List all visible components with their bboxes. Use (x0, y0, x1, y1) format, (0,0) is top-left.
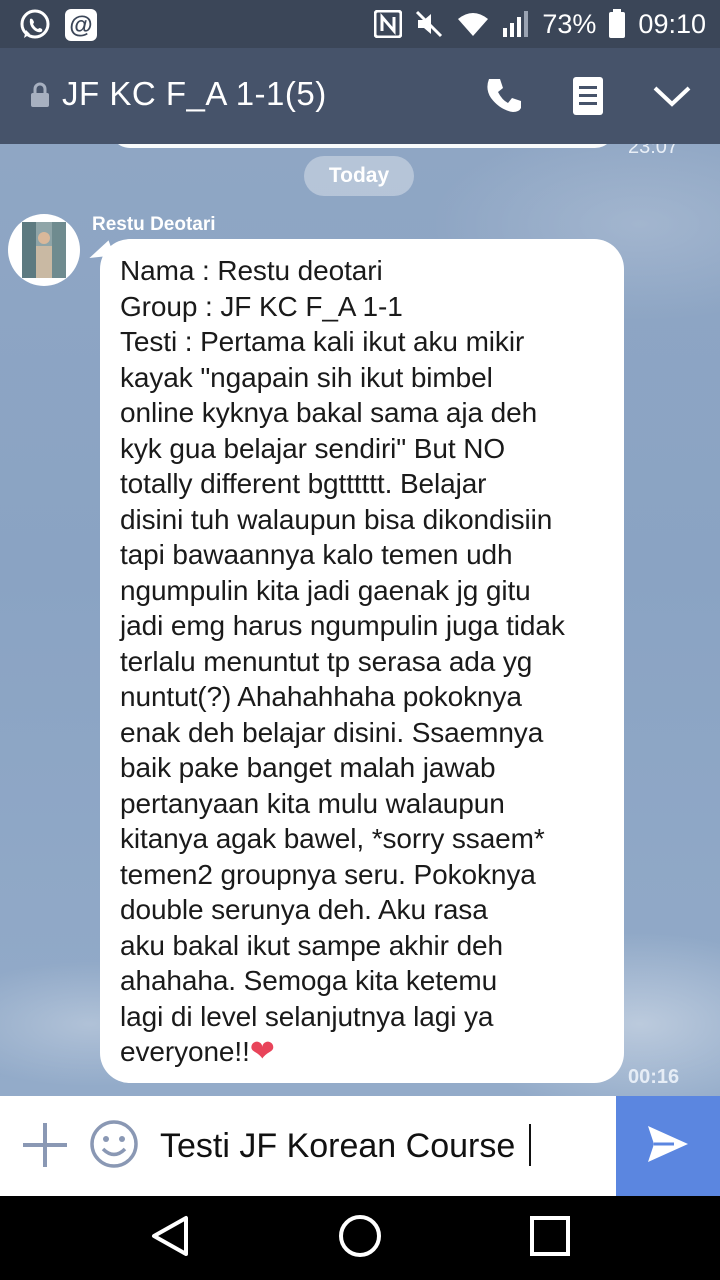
chat-header: JF KC F_A 1-1(5) (0, 48, 720, 144)
message-time: 00:16 (628, 1066, 680, 1088)
previous-message-bubble (110, 144, 615, 148)
message-input[interactable] (160, 1120, 600, 1172)
home-button[interactable] (336, 1214, 384, 1262)
heart-emoji: ❤ (249, 1035, 275, 1068)
clock: 09:10 (638, 8, 706, 39)
date-divider: Today (304, 156, 414, 196)
chevron-down-icon (652, 82, 692, 115)
message-bubble[interactable]: Nama : Restu deotari Group : JF KC F_A 1… (100, 239, 624, 1083)
nfc-icon (374, 10, 403, 38)
mute-icon (414, 9, 444, 39)
home-icon (337, 1213, 383, 1264)
message-text: Nama : Restu deotari Group : JF KC F_A 1… (120, 253, 610, 1070)
emoji-icon (89, 1119, 139, 1174)
avatar-photo (22, 222, 66, 278)
signal-icon (502, 10, 530, 38)
mention-icon: @ (64, 8, 98, 42)
recents-icon (528, 1214, 572, 1263)
notes-button[interactable] (566, 76, 610, 120)
phone-icon (484, 76, 524, 121)
call-button[interactable] (482, 76, 526, 120)
avatar[interactable] (8, 214, 80, 286)
message-body: Nama : Restu deotari Group : JF KC F_A 1… (120, 255, 565, 1067)
chat-area[interactable]: 23:07 Today Restu Deotari Nama : Restu d… (0, 144, 720, 1096)
previous-message-time: 23:07 (628, 144, 679, 158)
back-icon (148, 1214, 192, 1263)
whatsapp-icon (18, 8, 52, 42)
send-button[interactable] (616, 1096, 720, 1196)
svg-text:@: @ (69, 12, 92, 39)
status-bar: @ 73% 09:10 (0, 0, 720, 48)
notes-icon (572, 76, 604, 121)
wifi-icon (456, 10, 490, 38)
navigation-bar (0, 1196, 720, 1280)
sender-name: Restu Deotari (92, 214, 216, 235)
battery-icon (608, 9, 626, 39)
battery-percent: 73% (542, 8, 597, 39)
recents-button[interactable] (526, 1214, 574, 1262)
attach-button[interactable] (20, 1122, 70, 1172)
chat-title: JF KC F_A 1-1(5) (62, 75, 327, 112)
message-input-bar (0, 1096, 720, 1196)
lock-icon (30, 82, 50, 113)
emoji-button[interactable] (88, 1119, 140, 1174)
back-button[interactable] (146, 1214, 194, 1262)
menu-expand-button[interactable] (650, 76, 694, 120)
text-caret (529, 1124, 531, 1166)
plus-icon (21, 1121, 69, 1174)
send-icon (646, 1124, 690, 1169)
